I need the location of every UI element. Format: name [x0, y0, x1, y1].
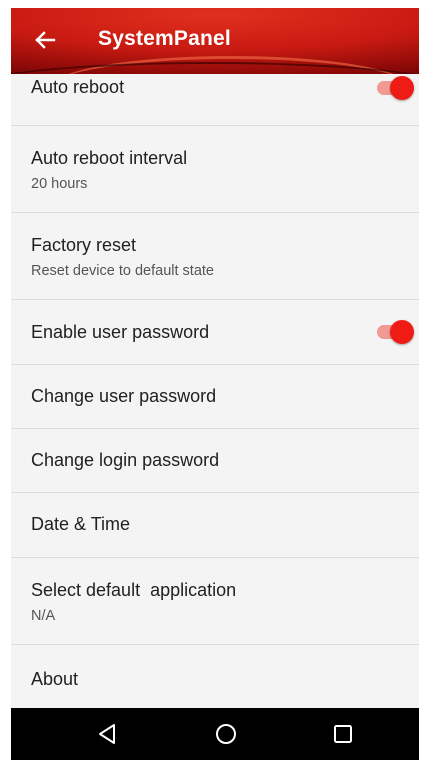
settings-list: Auto reboot Auto reboot interval 20 hour… [11, 74, 419, 708]
setting-change-user-password[interactable]: Change user password [11, 365, 419, 429]
app-bar-decoration-shadow [11, 62, 419, 74]
setting-change-login-password[interactable]: Change login password [11, 429, 419, 493]
setting-subtitle: N/A [31, 608, 56, 624]
setting-title: Enable user password [31, 322, 210, 342]
navigation-bar [11, 708, 419, 760]
nav-back-button[interactable] [93, 720, 121, 748]
app-title: SystemPanel [98, 27, 231, 50]
toggle-thumb [390, 320, 414, 344]
setting-subtitle: Reset device to default state [31, 263, 214, 279]
setting-auto-reboot[interactable]: Auto reboot [11, 74, 419, 126]
setting-auto-reboot-interval[interactable]: Auto reboot interval 20 hours [11, 126, 419, 213]
setting-subtitle: 20 hours [31, 176, 88, 192]
device-screen: SystemPanel Auto reboot Auto reboot inte… [11, 8, 419, 760]
toggle-thumb [390, 76, 414, 100]
setting-enable-user-password[interactable]: Enable user password [11, 300, 419, 365]
auto-reboot-toggle[interactable] [375, 75, 415, 101]
setting-title: Auto reboot interval [31, 148, 188, 168]
setting-title: Date & Time [31, 514, 131, 534]
setting-title: Change user password [31, 386, 217, 406]
screen: SystemPanel Auto reboot Auto reboot inte… [0, 0, 433, 760]
setting-title: About [31, 669, 79, 689]
arrow-left-icon [35, 31, 56, 49]
home-circle-icon [216, 724, 236, 744]
setting-title: Auto reboot [31, 77, 125, 97]
setting-title: Factory reset [31, 235, 137, 255]
back-triangle-icon [99, 724, 115, 744]
setting-select-default-application[interactable]: Select default application N/A [11, 558, 419, 645]
setting-factory-reset[interactable]: Factory reset Reset device to default st… [11, 213, 419, 300]
nav-recents-button[interactable] [329, 720, 357, 748]
setting-title: Change login password [31, 450, 220, 470]
setting-about[interactable]: About [11, 645, 419, 708]
app-bar: SystemPanel [11, 8, 419, 74]
back-button[interactable] [31, 26, 59, 54]
nav-home-button[interactable] [212, 720, 240, 748]
recents-square-icon [334, 725, 352, 743]
setting-date-time[interactable]: Date & Time [11, 493, 419, 558]
enable-user-password-toggle[interactable] [375, 319, 415, 345]
setting-title: Select default application [31, 580, 237, 600]
